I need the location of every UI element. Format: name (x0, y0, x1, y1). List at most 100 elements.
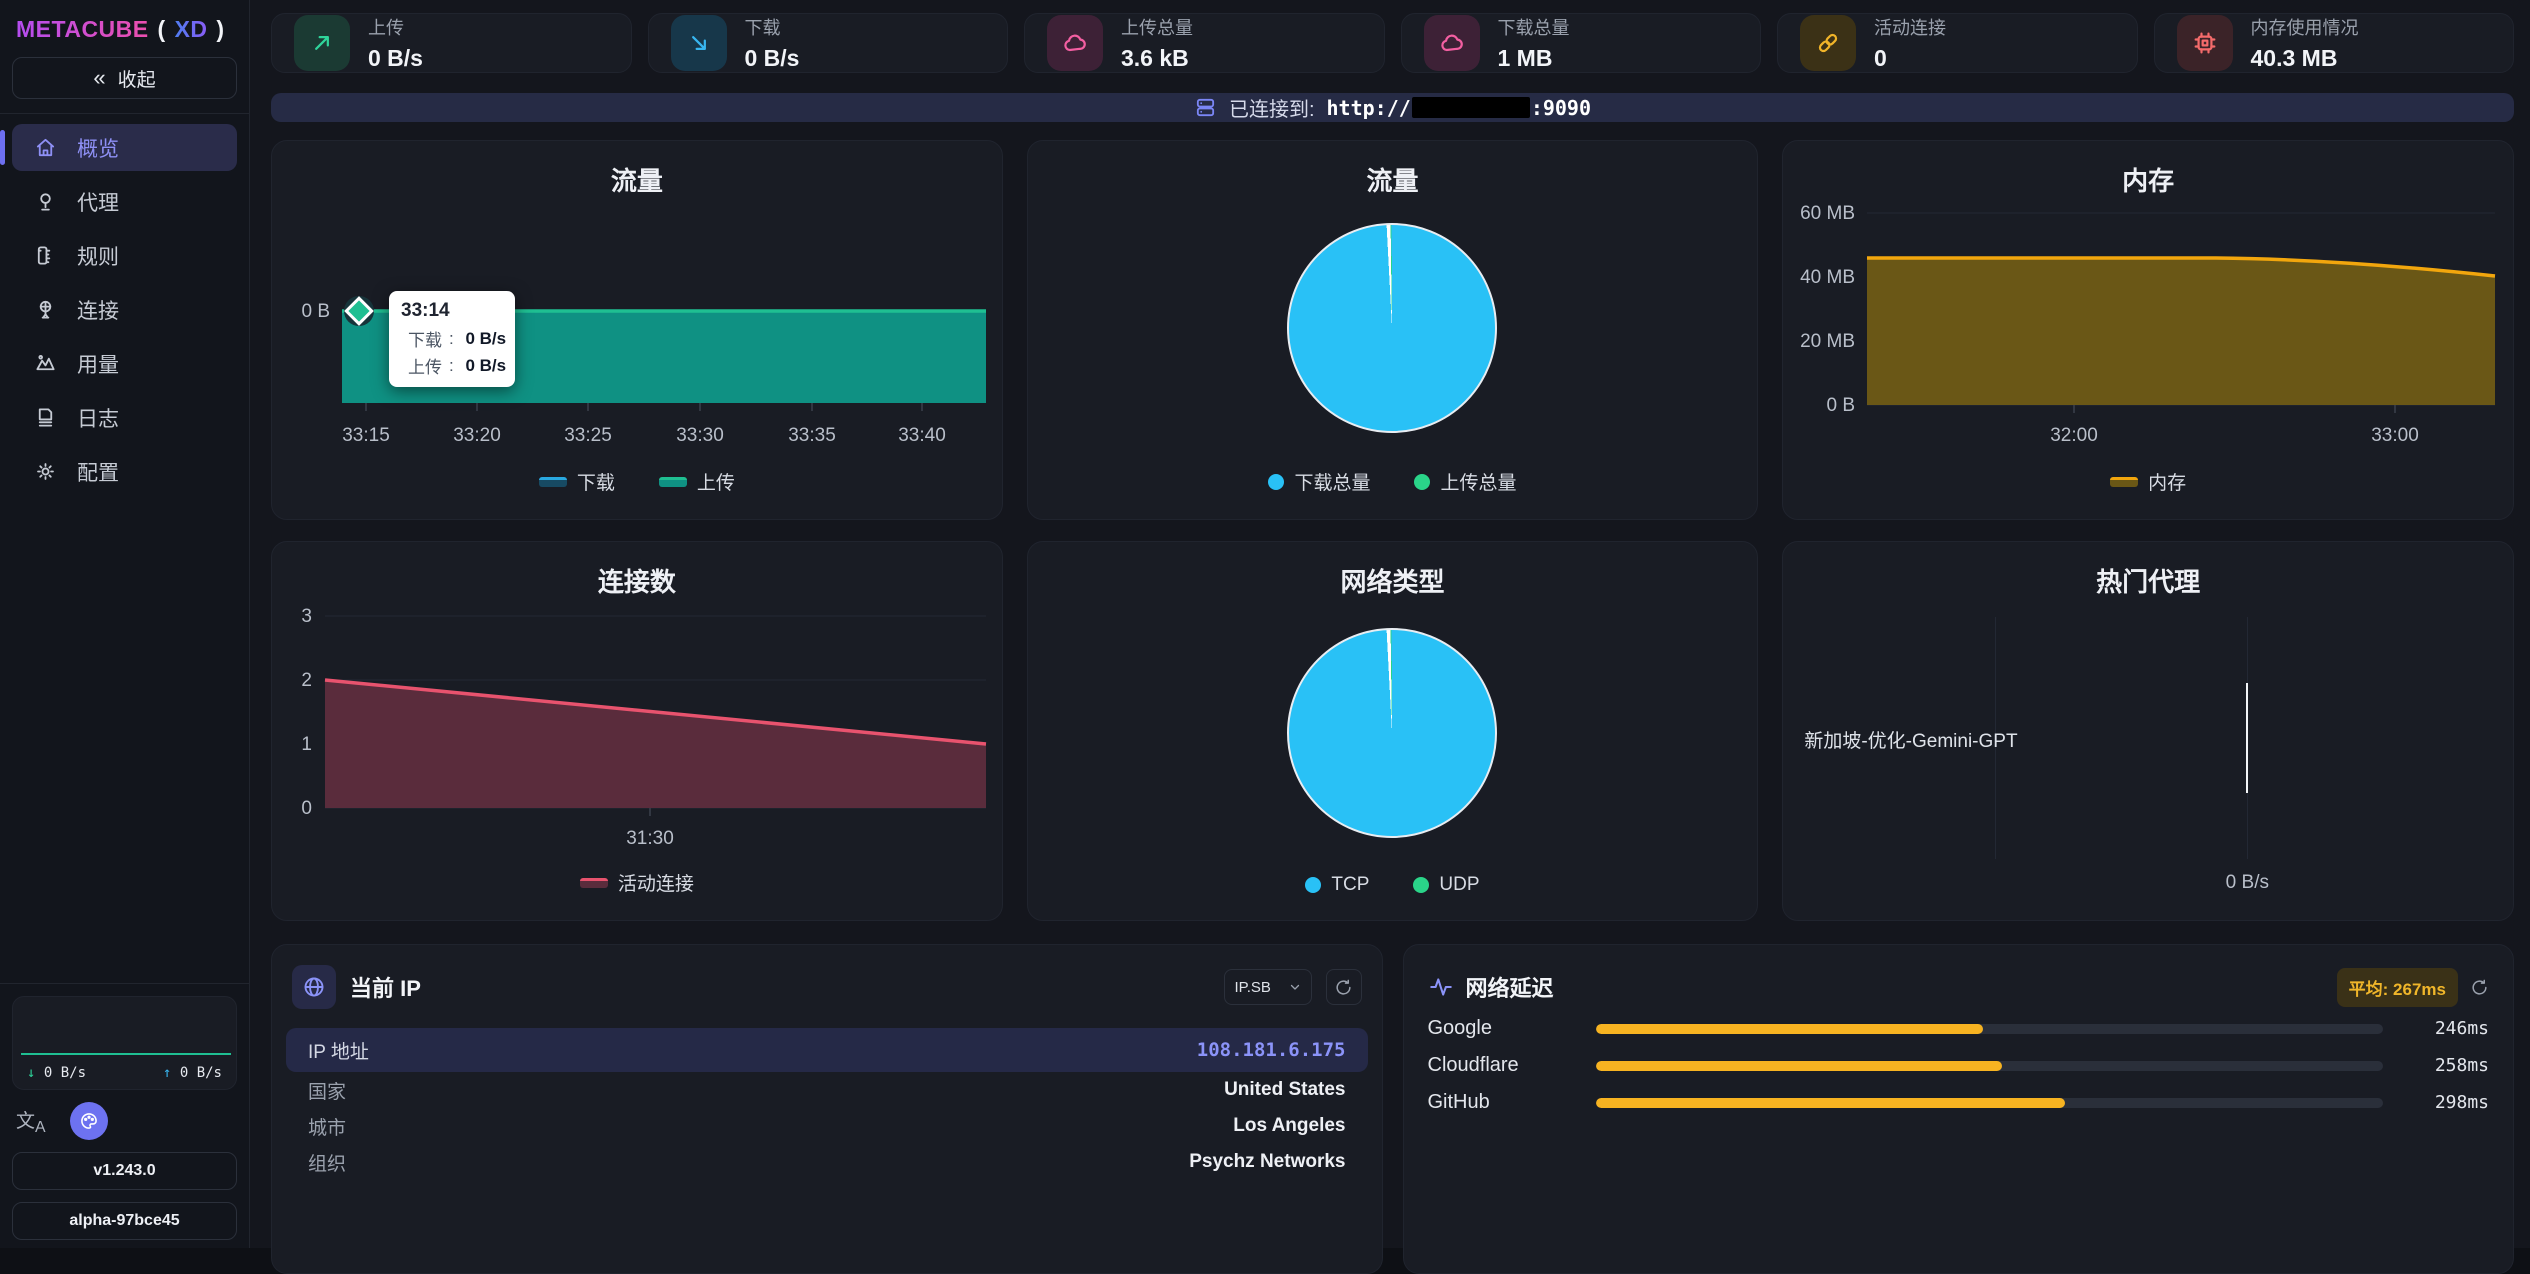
legend-dot-icon (1305, 877, 1321, 893)
panel-title: 网络延迟 (1466, 971, 1554, 1003)
traffic-line-chart[interactable]: 0 B 33:15 33:20 33:25 33:30 33:35 33:40 (272, 201, 1003, 457)
connections-area-chart[interactable]: 3 2 1 0 31:30 (272, 602, 1003, 858)
svg-text:33:00: 33:00 (2372, 425, 2420, 446)
network-type-pie-chart[interactable] (1287, 628, 1497, 838)
arrow-down-icon: ↓ (27, 1065, 35, 1081)
sidebar-tools: 文A (16, 1102, 233, 1140)
stat-label: 上传 (368, 14, 423, 40)
proxy-icon (34, 190, 57, 213)
memory-chart-card: 内存 60 MB 40 MB 20 MB 0 B 32:00 33:00 (1782, 140, 2514, 520)
translate-icon[interactable]: 文A (16, 1106, 46, 1137)
stats-row: 上传 0 B/s 下载 0 B/s 上传总量 3.6 kB (271, 13, 2514, 73)
svg-text:20 MB: 20 MB (1800, 331, 1855, 352)
chart-legend: TCP UDP (1028, 874, 1758, 896)
svg-text:33:20: 33:20 (453, 425, 501, 446)
latency-bar-track (1596, 1098, 2384, 1108)
refresh-latency-button[interactable] (2470, 978, 2489, 997)
link-icon (1800, 15, 1856, 71)
sidebar-item-config[interactable]: 配置 (12, 448, 237, 495)
legend-upload[interactable]: 上传 (659, 468, 735, 495)
collapse-sidebar-button[interactable]: « 收起 (12, 57, 237, 99)
network-type-chart-card: 网络类型 TCP UDP (1027, 541, 1759, 921)
brand-text: METACUBE (16, 16, 149, 42)
legend-upload-total[interactable]: 上传总量 (1414, 468, 1516, 495)
legend-tcp[interactable]: TCP (1305, 874, 1369, 896)
legend-dot-icon (1413, 877, 1429, 893)
sidebar-item-logs[interactable]: 日志 (12, 394, 237, 441)
stat-value: 40.3 MB (2251, 45, 2359, 72)
arrow-up-right-icon (294, 15, 350, 71)
memory-area-chart[interactable]: 60 MB 40 MB 20 MB 0 B 32:00 33:00 (1783, 201, 2514, 457)
legend-line-icon (2110, 477, 2138, 487)
traffic-pie-chart-card: 流量 下载总量 上传总量 (1027, 140, 1759, 520)
sidebar-item-proxies[interactable]: 代理 (12, 178, 237, 225)
legend-download-total[interactable]: 下载总量 (1268, 468, 1370, 495)
sidebar-item-overview[interactable]: 概览 (12, 124, 237, 171)
ip-label: IP 地址 (308, 1037, 369, 1064)
sidebar-item-connections[interactable]: 连接 (12, 286, 237, 333)
svg-text:0: 0 (301, 798, 312, 819)
stat-active-connections: 活动连接 0 (1777, 13, 2138, 73)
stat-download-total: 下载总量 1 MB (1401, 13, 1762, 73)
ip-provider-select[interactable]: IP.SB (1224, 969, 1312, 1005)
sidebar-item-label: 用量 (77, 349, 119, 379)
chart-title: 热门代理 (1783, 542, 2513, 599)
latency-bar-fill (1596, 1024, 1983, 1034)
logs-icon (34, 406, 57, 429)
legend-dot-icon (1414, 474, 1430, 490)
latency-bar-track (1596, 1024, 2384, 1034)
chart-title: 连接数 (272, 542, 1002, 599)
build-button[interactable]: alpha-97bce45 (12, 1202, 237, 1240)
connections-chart-card: 连接数 3 2 1 0 31:30 活动连接 (271, 541, 1003, 921)
legend-line-icon (659, 477, 687, 487)
svg-text:0 B: 0 B (301, 301, 330, 322)
version-button[interactable]: v1.243.0 (12, 1152, 237, 1190)
home-icon (34, 136, 57, 159)
latency-row-cloudflare: Cloudflare 258ms (1404, 1047, 2514, 1084)
legend-dot-icon (1268, 474, 1284, 490)
latency-bar-fill (1596, 1098, 2065, 1108)
stat-label: 活动连接 (1874, 14, 1946, 40)
main-content: 上传 0 B/s 下载 0 B/s 上传总量 3.6 kB (250, 0, 2530, 1248)
chevrons-left-icon: « (93, 67, 105, 89)
legend-active-connections[interactable]: 活动连接 (580, 869, 694, 896)
theme-palette-button[interactable] (70, 1102, 108, 1140)
sidebar-item-label: 配置 (77, 457, 119, 487)
axis-tick-label: 0 B/s (2226, 872, 2269, 894)
ip-value: 108.181.6.175 (1197, 1039, 1346, 1061)
latency-row-google: Google 246ms (1404, 1010, 2514, 1047)
refresh-icon (1334, 978, 1353, 997)
svg-text:33:25: 33:25 (564, 425, 612, 446)
country-row: 国家 United States (272, 1072, 1382, 1108)
bottom-row: 当前 IP IP.SB IP 地址 108.181.6.175 国家 (271, 944, 2514, 1274)
chart-legend: 活动连接 (272, 869, 1002, 896)
stat-upload-total: 上传总量 3.6 kB (1024, 13, 1385, 73)
chart-title: 内存 (1783, 141, 2513, 198)
cpu-icon (2177, 15, 2233, 71)
legend-download[interactable]: 下载 (539, 468, 615, 495)
arrow-up-icon: ↑ (163, 1065, 171, 1081)
chart-title: 网络类型 (1028, 542, 1758, 599)
network-latency-panel: 网络延迟 平均: 267ms Google 246ms Cloudflare (1403, 944, 2515, 1274)
stat-value: 0 B/s (368, 45, 423, 72)
svg-text:40 MB: 40 MB (1800, 267, 1855, 288)
traffic-pie-chart[interactable] (1287, 223, 1497, 433)
legend-udp[interactable]: UDP (1413, 874, 1479, 896)
divider (0, 983, 249, 984)
sidebar-item-label: 规则 (77, 241, 119, 271)
sidebar-item-usage[interactable]: 用量 (12, 340, 237, 387)
legend-memory[interactable]: 内存 (2110, 468, 2186, 495)
average-latency-badge: 平均: 267ms (2337, 968, 2458, 1007)
connections-icon (34, 298, 57, 321)
chart-legend: 下载总量 上传总量 (1028, 468, 1758, 495)
usage-icon (34, 352, 57, 375)
active-indicator (0, 130, 5, 165)
latency-bar-fill (1596, 1061, 2002, 1071)
refresh-ip-button[interactable] (1326, 969, 1362, 1005)
svg-text:0 B: 0 B (1827, 395, 1856, 416)
chart-title: 流量 (1028, 141, 1758, 198)
sidebar-bottom: ↓ 0 B/s ↑ 0 B/s 文A v1.243.0 alpha-97bce4… (0, 969, 249, 1248)
redacted-host (1412, 97, 1530, 118)
sidebar-item-rules[interactable]: 规则 (12, 232, 237, 279)
stat-value: 0 (1874, 45, 1946, 72)
